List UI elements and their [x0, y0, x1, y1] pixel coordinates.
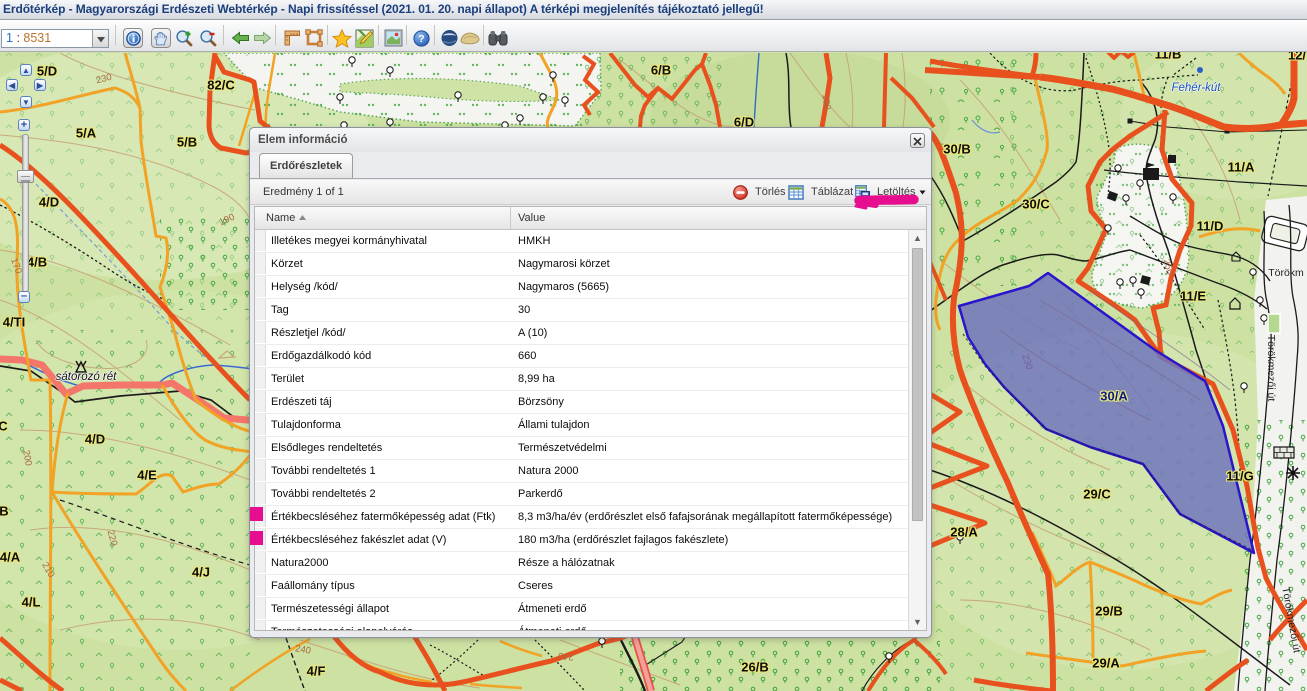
svg-text:?: ?: [418, 33, 424, 45]
